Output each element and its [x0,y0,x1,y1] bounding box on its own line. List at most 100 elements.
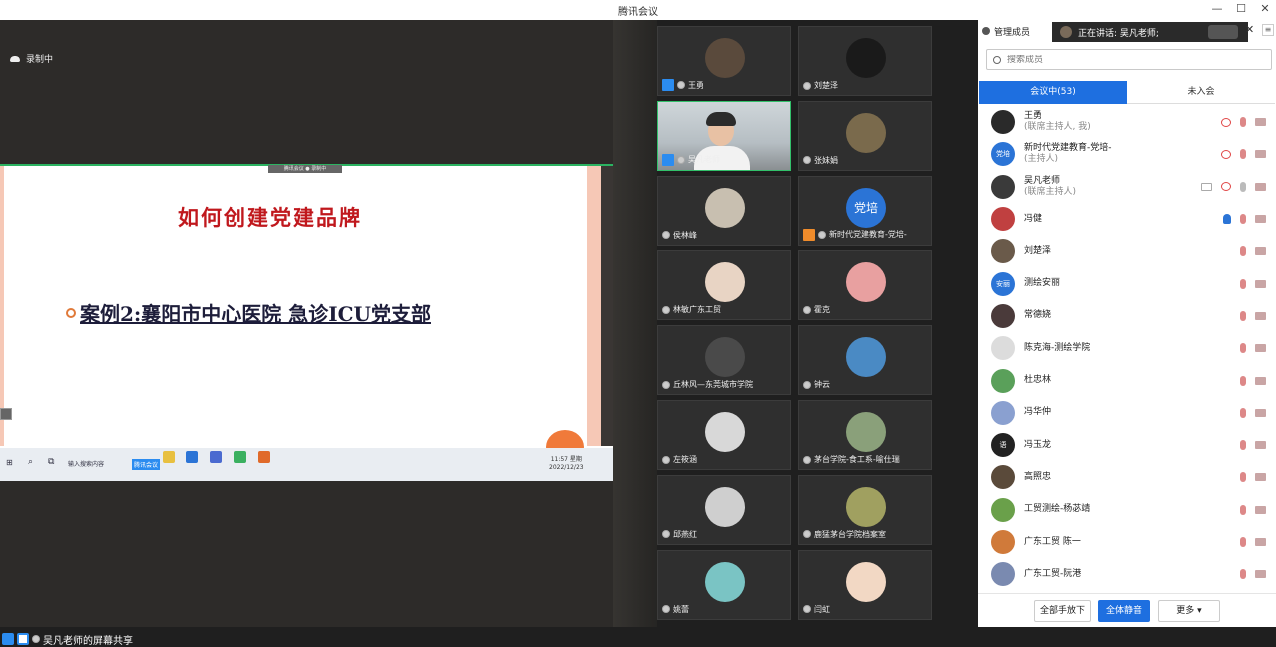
tab-in-meeting[interactable]: 会议中(53) [979,81,1127,104]
avatar [991,239,1015,264]
slide-scrollbar[interactable] [601,166,613,446]
mic-off-icon[interactable] [1240,375,1246,386]
member-row[interactable]: 广东工贸 陈一 [978,526,1276,558]
video-tile[interactable]: 茅台学院-食工系-喻仕瑞 [798,400,932,470]
mic-off-icon[interactable] [1240,214,1246,225]
video-tile[interactable]: 鹿猛茅台学院档案室 [798,474,932,545]
member-row[interactable]: 常德娆 [978,300,1276,332]
mic-muted-icon [662,605,670,614]
mic-muted-icon [677,155,685,164]
mic-off-icon[interactable] [1240,472,1246,483]
member-status-icons [1240,537,1266,547]
mic-off-icon[interactable] [1240,537,1246,547]
member-row[interactable]: 党培 新时代党建教育-党培- (主持人) [978,138,1276,170]
more-button[interactable]: 更多 ▾ [1158,600,1220,622]
camera-off-icon[interactable] [1255,311,1266,320]
mic-off-icon[interactable] [1240,343,1246,354]
camera-off-icon[interactable] [1255,215,1266,224]
mic-off-icon[interactable] [1240,246,1246,257]
camera-off-icon[interactable] [1255,279,1266,288]
mic-muted-icon [803,455,811,464]
mic-off-icon[interactable] [1240,407,1246,418]
lower-all-hands-button[interactable]: 全部手放下 [1034,600,1091,622]
mute-all-button[interactable]: 全体静音 [1098,600,1150,622]
video-tile[interactable]: 闫虹 [798,549,932,620]
camera-off-icon[interactable] [1255,118,1266,127]
member-row[interactable]: 冯华仲 [978,397,1276,429]
bullet-icon [66,307,76,318]
avatar [991,400,1015,425]
minimize-button[interactable]: — [1208,2,1226,18]
tab-not-joined[interactable]: 未入会 [1127,81,1275,104]
member-row[interactable]: 语冯玉龙 [978,429,1276,461]
video-tile[interactable]: 吴凡老师 [657,100,791,171]
video-tile[interactable]: 丘林风—东莞城市学院 [657,325,791,396]
video-tile[interactable]: 王勇 [657,26,791,96]
camera-off-icon[interactable] [1255,570,1266,579]
mic-icon[interactable] [1240,181,1246,192]
mic-off-icon[interactable] [1240,117,1246,128]
raise-hand-icon[interactable] [1223,214,1231,225]
participant-name: 新时代党建教育-党培- [829,230,907,240]
member-row[interactable]: 刘楚泽 [978,235,1276,267]
member-name-block: 冯玉龙 [1024,440,1051,451]
member-row[interactable]: 陈克海-测绘学院 [978,332,1276,364]
mic-off-icon[interactable] [1240,504,1246,515]
side-toggle-icon[interactable] [0,408,12,420]
screen-share-icon[interactable] [1201,182,1212,191]
camera-off-icon[interactable] [1255,182,1266,191]
video-tile[interactable]: 钟云 [798,325,932,396]
video-tile[interactable]: 邱燕红 [657,474,791,545]
video-tile[interactable]: 刘楚泽 [798,26,932,96]
member-row[interactable]: 广东工贸-阮港 [978,558,1276,590]
close-button[interactable]: ✕ [1256,2,1274,18]
video-tile[interactable]: 张妹娟 [798,100,932,171]
member-name: 王勇 [1024,111,1043,122]
member-row[interactable]: 高照忠 [978,461,1276,493]
mic-off-icon[interactable] [1240,149,1246,160]
camera-off-icon[interactable] [1255,473,1266,482]
video-tile[interactable]: 党培 新时代党建教育-党培- [798,175,932,246]
video-tile[interactable]: 林敏广东工贸 [657,250,791,321]
shared-screen: 腾讯会议 ● 录制中 如何创建党建品牌 案例2:襄阳市中心医院 急诊ICU党支部… [0,164,613,481]
video-tile[interactable]: 左筱涵 [657,400,791,470]
eye-icon[interactable] [1221,182,1231,192]
member-name: 陈克海-测绘学院 [1024,342,1091,353]
mic-off-icon[interactable] [1240,310,1246,321]
camera-off-icon[interactable] [1255,441,1266,450]
member-row[interactable]: 王勇 (联席主持人, 我) [978,106,1276,138]
presenter-bar: 吴凡老师的屏幕共享 [0,631,133,647]
camera-off-icon[interactable] [1255,408,1266,417]
camera-off-icon[interactable] [1255,247,1266,256]
search-input[interactable] [1007,54,1247,65]
mic-off-icon[interactable] [1240,440,1246,451]
camera-off-icon[interactable] [1255,344,1266,353]
menu-icon[interactable]: ≡ [1262,24,1274,36]
clock-time: 11:57 星期 [550,456,582,463]
member-name: 刘楚泽 [1024,245,1052,256]
member-row[interactable]: 杜忠林 [978,364,1276,396]
video-tile[interactable]: 侯林峰 [657,175,791,246]
start-icon: ⊞ [6,458,13,467]
member-status-icons [1201,181,1266,192]
camera-off-icon[interactable] [1255,538,1266,546]
eye-icon[interactable] [1221,149,1231,159]
eye-icon[interactable] [1221,117,1231,127]
tile-name-bar: 新时代党建教育-党培- [803,228,907,241]
close-icon[interactable]: ✕ [1245,23,1254,36]
person-icon [2,633,14,645]
video-tile[interactable]: 霍克 [798,250,932,321]
member-row[interactable]: 工贸测绘-杨苾靖 [978,494,1276,526]
mic-off-icon[interactable] [1240,569,1246,580]
video-tile[interactable]: 姚蕾 [657,549,791,620]
maximize-button[interactable]: ☐ [1232,2,1250,18]
member-row[interactable]: 安丽 测绘安丽 [978,267,1276,299]
camera-off-icon[interactable] [1255,376,1266,385]
camera-off-icon[interactable] [1255,505,1266,514]
member-row[interactable]: 吴凡老师 (联席主持人) [978,171,1276,203]
presenter-label: 吴凡老师的屏幕共享 [43,635,133,647]
member-search[interactable] [986,49,1272,70]
camera-off-icon[interactable] [1255,150,1266,159]
mic-off-icon[interactable] [1240,278,1246,289]
member-row[interactable]: 冯健 [978,203,1276,235]
